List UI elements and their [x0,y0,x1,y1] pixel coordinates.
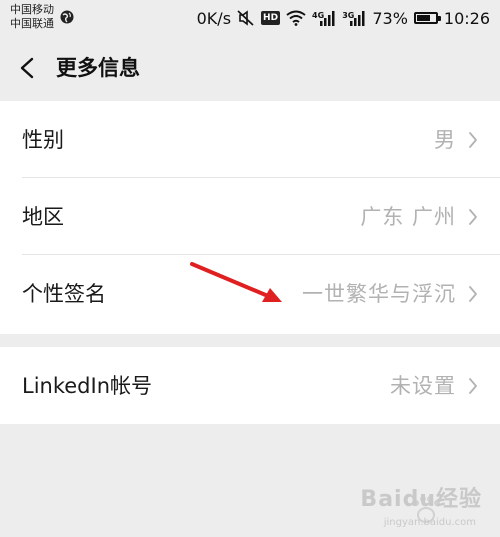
row-gender[interactable]: 性别 男 [0,101,500,178]
carrier-1: 中国移动 [10,3,54,16]
row-label: LinkedIn帐号 [22,374,153,398]
row-label: 个性签名 [22,282,106,306]
battery-fill [416,15,431,21]
annotation-arrow [190,262,282,302]
linkedin-group: LinkedIn帐号 未设置 [0,347,500,424]
network-type-2: 3G [342,10,355,20]
row-label: 地区 [22,205,64,229]
row-linkedin[interactable]: LinkedIn帐号 未设置 [0,347,500,424]
chevron-right-icon [469,378,477,394]
status-indicators: 0K/s HD 4G 3G 73% 10:26 [197,6,490,30]
row-value: 男 [434,128,456,152]
wifi-icon [286,10,306,26]
row-value: 一世繁华与浮沉 [302,282,456,306]
row-region[interactable]: 地区 广东 广州 [0,178,500,255]
row-label: 性别 [22,128,64,152]
status-bar: 中国移动 中国联通 0K/s HD 4G 3G 73% 10:26 [0,0,500,36]
watermark-sub: jingyan.baidu.com [383,517,476,528]
hd-badge: HD [261,11,281,25]
battery-icon [413,12,441,24]
network-type-1: 4G [312,10,325,20]
chevron-right-icon [469,209,477,225]
chevron-right-icon [469,286,477,302]
battery-percent: 73% [372,8,408,28]
mute-icon [237,10,254,26]
page-title: 更多信息 [56,56,140,80]
clock: 10:26 [443,8,490,28]
carrier-2: 中国联通 [10,17,54,30]
globe-icon [60,10,74,24]
chevron-left-icon[interactable] [18,57,36,79]
nav-bar: 更多信息 [0,36,500,100]
row-value: 未设置 [390,374,456,398]
network-speed: 0K/s [196,8,232,28]
carrier-info: 中国移动 中国联通 [10,3,54,31]
row-value: 广东 广州 [360,205,456,229]
chevron-right-icon [469,132,477,148]
watermark-text: Baidu经验 [360,487,482,512]
